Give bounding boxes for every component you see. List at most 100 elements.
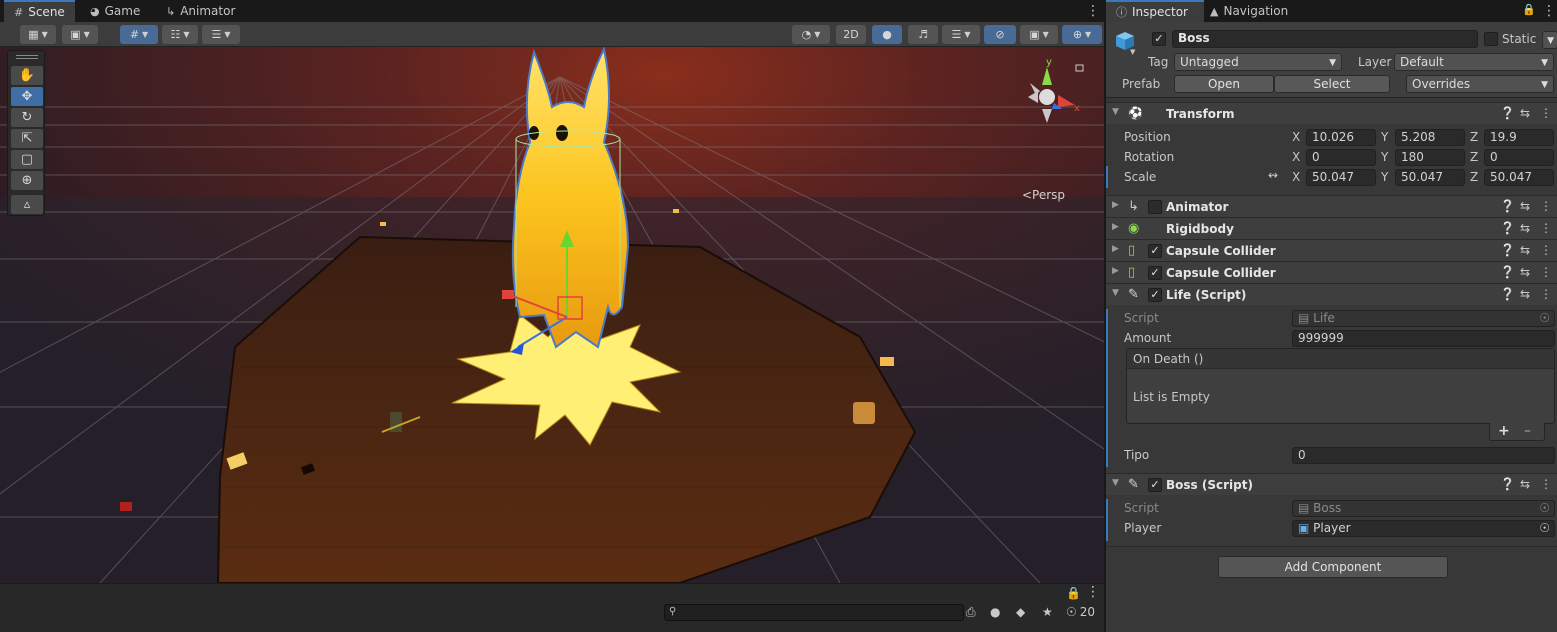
rotation-y-field[interactable]: 180 (1395, 149, 1465, 166)
boss-script-header[interactable]: ▼ ✎ ✓ Boss (Script) ❔ ⇆ ⋮ (1106, 473, 1557, 495)
scene-filter-icon[interactable]: ⎙ (966, 605, 976, 620)
help-icon[interactable]: ❔ (1500, 477, 1515, 491)
tab-navigation[interactable]: ▲ Navigation (1200, 0, 1298, 22)
scale-z-field[interactable]: 50.047 (1484, 169, 1554, 186)
hidden-objects-counter[interactable]: ☉ 20 (1066, 605, 1095, 619)
label-filter-icon[interactable]: ◆ (1016, 605, 1025, 619)
custom-tool[interactable]: ▵ (11, 195, 43, 214)
camera-dropdown[interactable]: ▣ ▼ (1020, 25, 1058, 44)
rotation-x-field[interactable]: 0 (1306, 149, 1376, 166)
animator-component-header[interactable]: ▶ ↳ Animator ❔ ⇆ ⋮ (1106, 195, 1557, 217)
layer-dropdown[interactable]: Default ▼ (1394, 53, 1554, 71)
capsule-collider-enabled-checkbox[interactable]: ✓ (1148, 266, 1162, 280)
grid-snap-toggle[interactable]: # ▼ (120, 25, 158, 44)
preset-icon[interactable]: ⇆ (1520, 265, 1530, 279)
constrain-proportions-icon[interactable]: ↭ (1268, 168, 1278, 182)
component-menu-icon[interactable]: ⋮ (1540, 106, 1552, 120)
prefab-open-button[interactable]: Open (1174, 75, 1274, 93)
preset-icon[interactable]: ⇆ (1520, 221, 1530, 235)
scale-x-field[interactable]: 50.047 (1306, 169, 1376, 186)
gizmos-dropdown[interactable]: ⊕ ▼ (1062, 25, 1102, 44)
effects-dropdown[interactable]: ☰ ▼ (942, 25, 980, 44)
gameobject-active-checkbox[interactable]: ✓ (1152, 32, 1166, 46)
prefab-overrides-dropdown[interactable]: Overrides ▼ (1406, 75, 1554, 93)
amount-field[interactable]: 999999 (1292, 330, 1555, 347)
mode-2d-toggle[interactable]: 2D (836, 25, 866, 44)
scene-menu-icon[interactable]: ⋮ (1086, 3, 1100, 19)
rotation-z-field[interactable]: 0 (1484, 149, 1554, 166)
capsule-collider-header[interactable]: ▶ ▯ ✓ Capsule Collider ❔ ⇆ ⋮ (1106, 261, 1557, 283)
position-z-field[interactable]: 19.9 (1484, 129, 1554, 146)
chevron-down-icon[interactable]: ▼ (1130, 48, 1135, 56)
gameobject-name-field[interactable]: Boss (1172, 30, 1478, 48)
foldout-expanded-icon[interactable]: ▼ (1112, 107, 1119, 117)
tab-scene[interactable]: # Scene (4, 0, 75, 22)
component-menu-icon[interactable]: ⋮ (1540, 199, 1552, 213)
help-icon[interactable]: ❔ (1500, 287, 1515, 301)
add-component-button[interactable]: Add Component (1218, 556, 1448, 578)
help-icon[interactable]: ❔ (1500, 243, 1515, 257)
scene-viewport[interactable]: y x <Persp (0, 47, 1104, 583)
preset-icon[interactable]: ⇆ (1520, 106, 1530, 120)
add-event-button[interactable]: + (1498, 423, 1510, 439)
preset-icon[interactable]: ⇆ (1520, 199, 1530, 213)
favorite-icon[interactable]: ★ (1042, 605, 1053, 619)
position-x-field[interactable]: 10.026 (1306, 129, 1376, 146)
shading-dropdown[interactable]: ◔ ▼ (792, 25, 830, 44)
hand-tool[interactable]: ✋ (11, 66, 43, 85)
tipo-field[interactable]: 0 (1292, 447, 1555, 464)
scene-visibility-toggle[interactable]: ⊘ (984, 25, 1016, 44)
type-filter-icon[interactable]: ● (990, 605, 1000, 619)
foldout-collapsed-icon[interactable]: ▶ (1112, 244, 1119, 254)
render-mode-dropdown[interactable]: ▣ ▼ (62, 25, 98, 44)
player-reference-field[interactable]: ▣ Player ☉ (1292, 520, 1555, 537)
component-menu-icon[interactable]: ⋮ (1540, 477, 1552, 491)
tab-inspector[interactable]: ⓘ Inspector (1106, 0, 1204, 22)
lock-icon[interactable]: 🔒 (1066, 586, 1081, 600)
component-menu-icon[interactable]: ⋮ (1540, 265, 1552, 279)
rigidbody-component-header[interactable]: ▶ ◉ Rigidbody ❔ ⇆ ⋮ (1106, 217, 1557, 239)
projection-label[interactable]: <Persp (1022, 188, 1065, 202)
move-gizmo-x-arrow[interactable] (502, 290, 514, 299)
tag-dropdown[interactable]: Untagged ▼ (1174, 53, 1342, 71)
help-icon[interactable]: ❔ (1500, 106, 1515, 120)
help-icon[interactable]: ❔ (1500, 221, 1515, 235)
inspector-menu-icon[interactable]: ⋮ (1542, 3, 1556, 19)
component-menu-icon[interactable]: ⋮ (1540, 221, 1552, 235)
foldout-collapsed-icon[interactable]: ▶ (1112, 266, 1119, 276)
help-icon[interactable]: ❔ (1500, 199, 1515, 213)
component-menu-icon[interactable]: ⋮ (1540, 287, 1552, 301)
draw-mode-dropdown[interactable]: ▦ ▼ (20, 25, 56, 44)
move-tool[interactable]: ✥ (11, 87, 43, 106)
component-menu-icon[interactable]: ⋮ (1540, 243, 1552, 257)
gizmo-ruler-dropdown[interactable]: ☰ ▼ (202, 25, 240, 44)
capsule-collider-enabled-checkbox[interactable]: ✓ (1148, 244, 1162, 258)
foldout-expanded-icon[interactable]: ▼ (1112, 288, 1119, 298)
remove-event-button[interactable]: – (1524, 423, 1531, 439)
static-checkbox[interactable] (1484, 32, 1498, 46)
animator-enabled-checkbox[interactable] (1148, 200, 1162, 214)
position-y-field[interactable]: 5.208 (1395, 129, 1465, 146)
static-dropdown[interactable]: ▼ (1542, 31, 1557, 49)
rotate-tool[interactable]: ↻ (11, 108, 43, 127)
increment-snap-toggle[interactable]: ☷ ▼ (162, 25, 198, 44)
object-picker-icon[interactable]: ☉ (1539, 521, 1550, 536)
tab-animator[interactable]: ↳ Animator (156, 0, 245, 22)
hierarchy-search-input[interactable]: ⚲ (664, 604, 964, 621)
life-script-header[interactable]: ▼ ✎ ✓ Life (Script) ❔ ⇆ ⋮ (1106, 283, 1557, 305)
life-script-enabled-checkbox[interactable]: ✓ (1148, 288, 1162, 302)
help-icon[interactable]: ❔ (1500, 265, 1515, 279)
preset-icon[interactable]: ⇆ (1520, 287, 1530, 301)
tab-game[interactable]: ◕ Game (80, 0, 150, 22)
preset-icon[interactable]: ⇆ (1520, 243, 1530, 257)
bottom-menu-icon[interactable]: ⋮ (1086, 584, 1100, 600)
audio-toggle[interactable]: ♬ (908, 25, 938, 44)
lock-icon[interactable]: 🔒 (1522, 3, 1536, 16)
foldout-collapsed-icon[interactable]: ▶ (1112, 222, 1119, 232)
capsule-collider-header[interactable]: ▶ ▯ ✓ Capsule Collider ❔ ⇆ ⋮ (1106, 239, 1557, 261)
foldout-collapsed-icon[interactable]: ▶ (1112, 200, 1119, 210)
scale-y-field[interactable]: 50.047 (1395, 169, 1465, 186)
transform-tool[interactable]: ⊕ (11, 171, 43, 190)
rect-tool[interactable]: ▢ (11, 150, 43, 169)
scale-tool[interactable]: ⇱ (11, 129, 43, 148)
